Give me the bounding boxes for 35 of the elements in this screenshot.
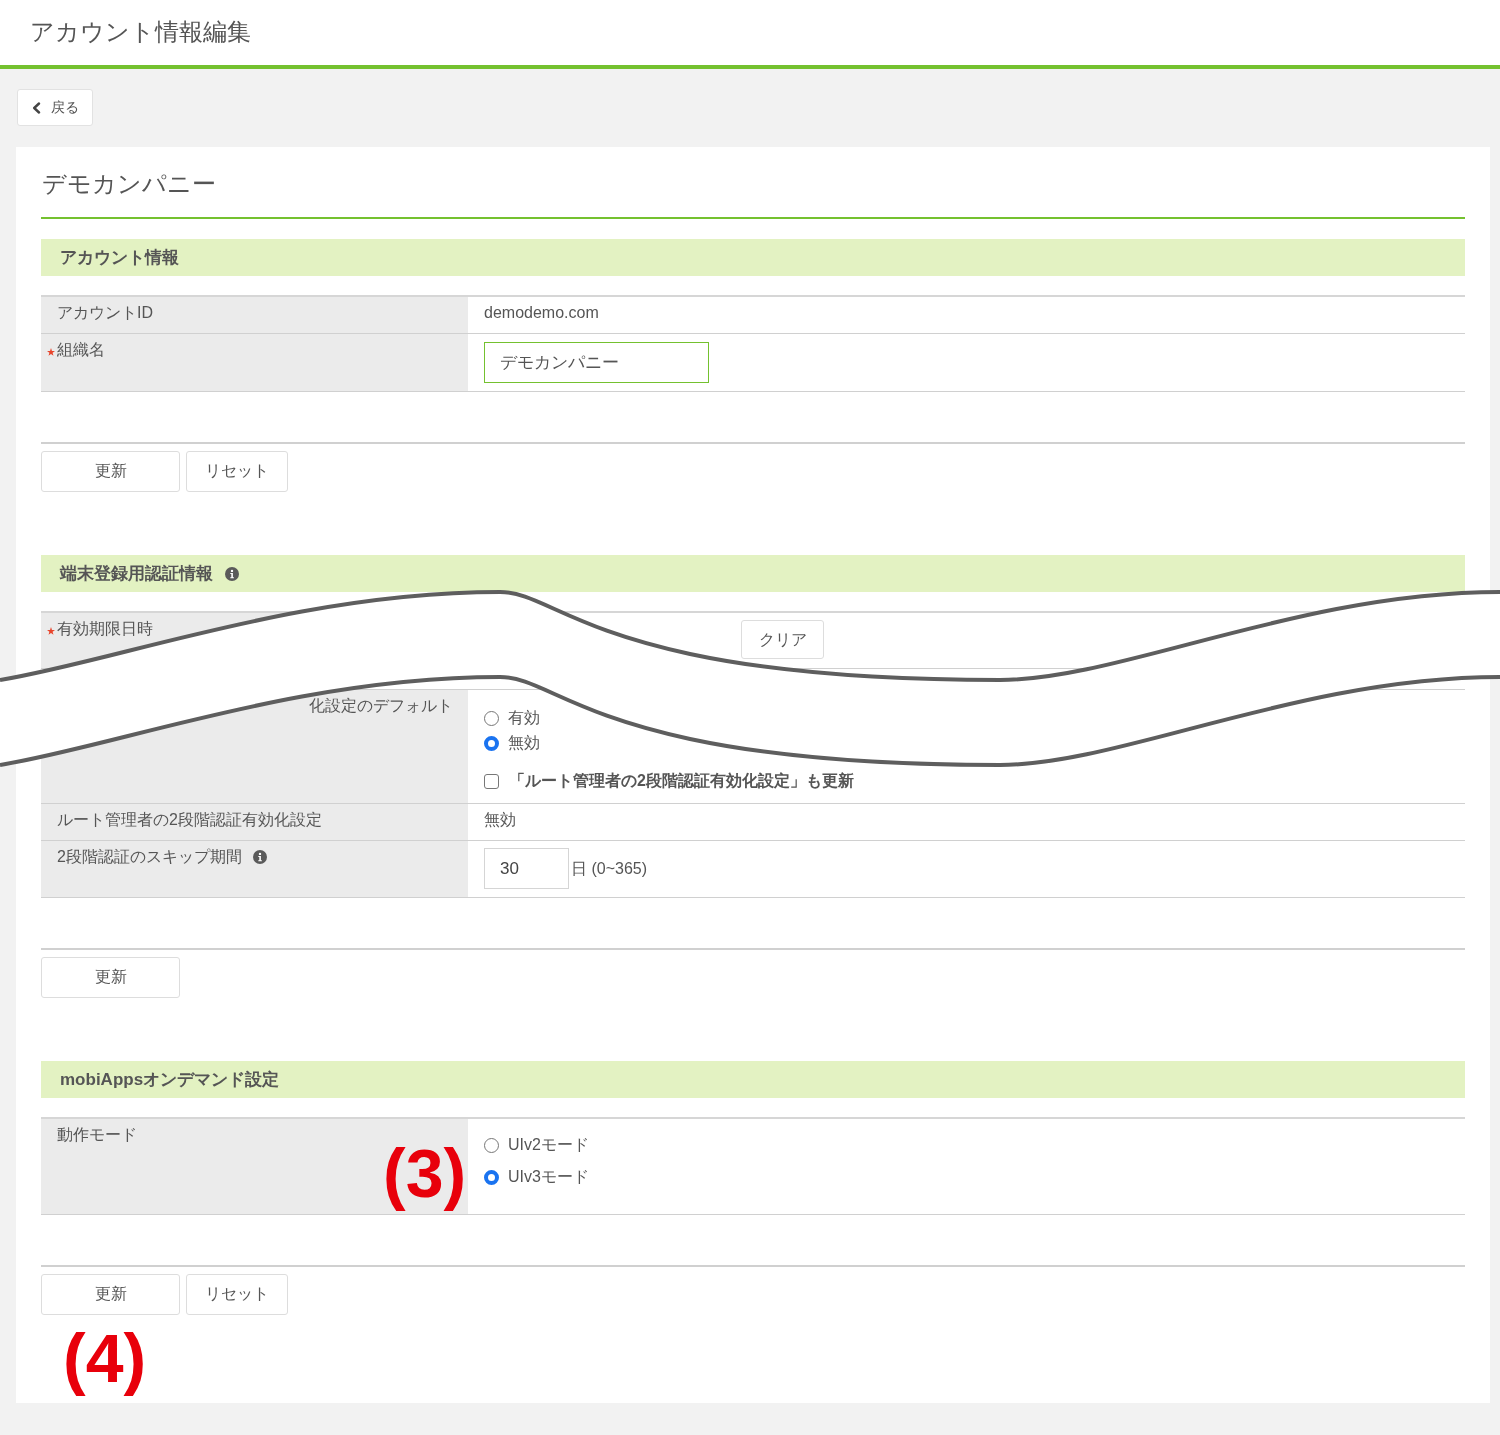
radio-button[interactable] <box>484 1169 499 1185</box>
checkbox[interactable] <box>484 773 499 789</box>
text-input-field[interactable]: デモカンパニー <box>484 342 709 383</box>
field-label: 動作モード <box>57 1125 137 1145</box>
field-label: 化設定のデフォルト <box>309 696 453 716</box>
action-button[interactable]: リセット <box>186 1274 288 1315</box>
action-button[interactable]: リセット <box>186 451 288 492</box>
radio-label[interactable]: UIv3モード <box>508 1165 589 1189</box>
radio-label[interactable]: UIv2モード <box>508 1133 589 1157</box>
section-title: アカウント情報 <box>60 246 179 269</box>
field-value: demodemo.com <box>484 303 599 323</box>
action-button[interactable]: 更新 <box>41 451 180 492</box>
section-title: mobiAppsオンデマンド設定 <box>60 1068 280 1091</box>
checkbox-label[interactable]: 「ルート管理者の2段階認証有効化設定」も更新 <box>509 769 854 793</box>
field-label: アカウントID <box>57 303 153 323</box>
section-title: 端末登録用認証情報 <box>60 562 213 585</box>
page-title: アカウント情報編集 <box>30 16 251 47</box>
unit-label: 日 (0~365) <box>571 858 648 879</box>
radio-label[interactable]: 無効 <box>508 731 540 755</box>
radio-label[interactable]: 有効 <box>508 706 540 730</box>
field-label: 組織名 <box>57 340 105 360</box>
clear-button[interactable]: クリア <box>741 620 824 659</box>
number-input-field[interactable]: 30 <box>484 848 569 889</box>
action-button[interactable]: 更新 <box>41 1274 180 1315</box>
field-label: 2段階認証のスキップ期間 <box>57 847 242 867</box>
chevron-left-icon <box>32 101 41 114</box>
radio-button[interactable] <box>484 735 499 751</box>
action-button[interactable]: 更新 <box>41 957 180 998</box>
radio-button[interactable] <box>484 1137 499 1153</box>
field-label: 有効期限日時 <box>57 619 153 639</box>
field-label: ルート管理者の2段階認証有効化設定 <box>57 810 322 830</box>
radio-button[interactable] <box>484 710 499 726</box>
card-title: デモカンパニー <box>41 169 216 199</box>
field-value: 無効 <box>484 810 516 830</box>
back-button[interactable]: 戻る <box>17 89 93 126</box>
